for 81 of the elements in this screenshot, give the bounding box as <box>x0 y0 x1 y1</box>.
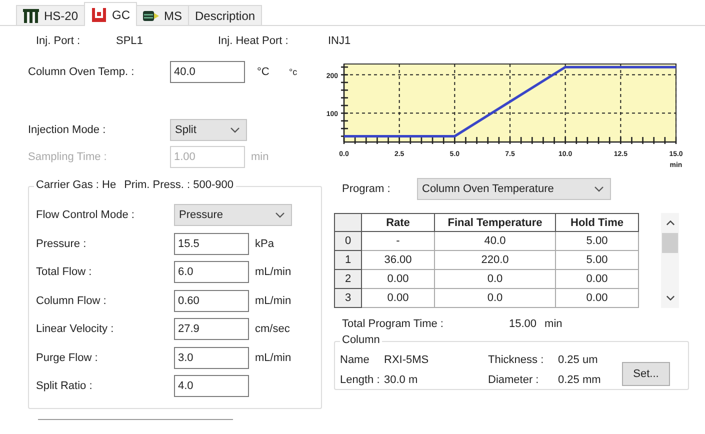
unit-label: °C <box>257 66 270 78</box>
column-header: Final Temperature <box>434 214 556 232</box>
field-label: Thickness : <box>488 354 545 366</box>
field-label: Flow Control Mode : <box>36 209 136 222</box>
field-value: 0.25 um <box>558 354 599 366</box>
field-label: Column Flow : <box>36 294 108 307</box>
field-label: Sampling Time : <box>28 151 108 163</box>
unit-label: cm/sec <box>255 323 290 336</box>
column-header: Hold Time <box>556 214 638 232</box>
table-cell[interactable]: 0.00 <box>556 288 638 308</box>
field-label: Length : <box>340 374 381 386</box>
row-header: 0 <box>334 232 362 250</box>
column-header: Rate <box>362 214 434 232</box>
field-value: RXI-5MS <box>384 354 430 366</box>
vials-icon <box>23 8 39 22</box>
tab[interactable]: GC <box>84 2 138 26</box>
unit-label: mL/min <box>255 266 292 278</box>
group-title: Column <box>340 334 382 346</box>
row-header: 3 <box>334 288 362 308</box>
group-title: Carrier Gas : He <box>36 179 116 191</box>
field-label: Purge Flow : <box>36 352 99 364</box>
table-cell[interactable]: 0.00 <box>362 288 434 308</box>
table-cell[interactable]: 36.00 <box>362 250 434 270</box>
table-cell[interactable]: 0.0 <box>434 288 556 308</box>
total-time-value: 15.00 <box>509 318 537 330</box>
input-field[interactable]: 27.9 <box>174 318 249 340</box>
program-dropdown[interactable]: Column Oven Temperature <box>417 178 611 200</box>
input-field[interactable]: 0.60 <box>174 290 249 312</box>
input-field[interactable]: 6.0 <box>174 261 249 284</box>
tab[interactable]: HS-20 <box>16 5 86 25</box>
chevron-icon <box>594 186 604 192</box>
set-button[interactable]: Set... <box>622 362 670 386</box>
port-value: SPL1 <box>116 35 144 47</box>
field-value: 0.25 mm <box>558 374 602 386</box>
field-label: Diameter : <box>488 374 540 386</box>
field-label: Split Ratio : <box>36 380 94 392</box>
scrollbar[interactable] <box>661 213 679 308</box>
flow-mode-dropdown[interactable]: Pressure <box>174 204 292 226</box>
unit-label: °c <box>289 67 298 77</box>
scroll-down-icon[interactable] <box>666 295 674 301</box>
scroll-up-icon[interactable] <box>666 220 674 226</box>
detector-icon <box>143 8 160 22</box>
group-title: Prim. Press. : 500-900 <box>124 179 234 191</box>
scroll-thumb[interactable] <box>662 233 678 253</box>
field-value: 30.0 m <box>384 374 419 386</box>
input-field[interactable]: 4.0 <box>174 375 249 398</box>
input-field[interactable]: 15.5 <box>174 232 249 255</box>
table-cell[interactable]: 5.00 <box>556 250 638 270</box>
table-cell[interactable]: 5.00 <box>556 232 638 250</box>
unit-label: mL/min <box>255 352 292 364</box>
oven-temp-field[interactable]: 40.0 <box>170 61 245 83</box>
field-label: Total Flow : <box>36 266 93 278</box>
field-label: Injection Mode : <box>28 124 107 136</box>
unit-label: min <box>251 151 269 163</box>
unit-label: min <box>544 318 562 330</box>
field-label: Name <box>340 354 370 366</box>
field-label: Program : <box>342 183 392 195</box>
table-cell[interactable]: - <box>362 232 434 250</box>
unit-label: kPa <box>255 238 274 250</box>
field-label: Pressure : <box>36 238 88 250</box>
field-label: Column Oven Temp. : <box>28 66 136 78</box>
tab[interactable]: Description <box>188 5 262 25</box>
table-cell[interactable]: 0.0 <box>434 270 556 288</box>
port-label: Inj. Heat Port : <box>218 35 290 47</box>
field-label: Linear Velocity : <box>36 323 115 336</box>
unit-label: mL/min <box>255 294 292 307</box>
chevron-icon <box>275 212 285 218</box>
input-field[interactable]: 3.0 <box>174 346 249 369</box>
row-header: 1 <box>334 250 362 270</box>
tab[interactable]: MS <box>136 5 190 25</box>
field-label: Total Program Time : <box>342 318 444 330</box>
table-cell[interactable]: 0.00 <box>362 270 434 288</box>
port-label: Inj. Port : <box>36 35 82 47</box>
oven-icon <box>91 8 108 22</box>
table-cell[interactable]: 40.0 <box>434 232 556 250</box>
chevron-icon <box>230 127 240 133</box>
table-cell[interactable]: 0.00 <box>556 270 638 288</box>
row-header: 2 <box>334 270 362 288</box>
port-value: INJ1 <box>328 35 352 47</box>
injection-mode-dropdown[interactable]: Split <box>170 119 247 141</box>
table-cell[interactable]: 220.0 <box>434 250 556 270</box>
